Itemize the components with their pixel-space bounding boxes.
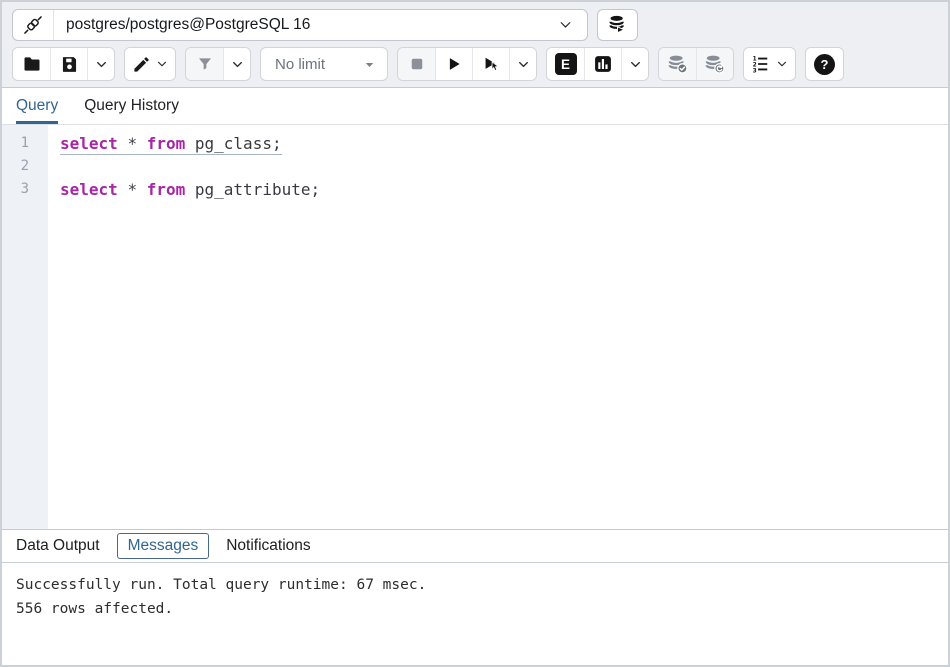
edit-menu-button[interactable] [125,48,175,80]
tab-query-label: Query [16,97,58,115]
filter-button[interactable] [186,48,223,80]
chevron-down-icon [776,58,788,70]
code-line[interactable]: select * from pg_attribute; [60,178,948,201]
filter-button-group [185,47,251,81]
explain-button-group: E [546,47,649,81]
help-button-group: ? [805,47,844,81]
open-file-button[interactable] [13,48,50,80]
output-tab-bar: Data Output Messages Notifications [2,529,948,563]
chevron-down-icon [95,58,108,71]
code-area[interactable]: select * from pg_class;select * from pg_… [48,125,948,529]
new-connection-button[interactable] [597,9,638,41]
folder-icon [22,54,42,74]
floppy-save-icon [60,55,79,74]
rollback-button[interactable] [696,48,733,80]
edit-button-group [124,47,176,81]
help-button[interactable]: ? [806,48,843,80]
messages-panel: Successfully run. Total query runtime: 6… [2,563,948,665]
connection-bar: postgres/postgres@PostgreSQL 16 [2,2,948,47]
tab-query-history[interactable]: Query History [84,88,179,124]
macros-menu-button[interactable]: 123 [744,48,795,80]
macros-button-group: 123 [743,47,796,81]
execute-from-cursor-button[interactable] [472,48,509,80]
filter-options-dropdown[interactable] [223,48,250,80]
connection-selector[interactable]: postgres/postgres@PostgreSQL 16 [12,9,588,41]
pencil-icon [132,55,151,74]
query-toolbar: No limit [2,47,948,88]
line-number: 2 [2,155,48,178]
execute-button[interactable] [435,48,472,80]
stop-square-icon [408,55,426,73]
play-icon [445,55,463,73]
tab-query[interactable]: Query [16,88,58,124]
connection-label: postgres/postgres@PostgreSQL 16 [54,16,544,34]
tab-data-output[interactable]: Data Output [16,537,100,555]
message-line: Successfully run. Total query runtime: 6… [16,573,948,597]
funnel-filter-icon [196,55,214,73]
database-switch-icon [607,14,628,35]
connection-plug-icon [13,10,54,40]
line-number: 1 [2,132,48,155]
row-limit-select[interactable]: No limit [260,47,388,81]
tab-query-history-label: Query History [84,97,179,115]
chevron-down-icon [517,58,530,71]
tab-messages[interactable]: Messages [117,533,210,559]
editor-tab-bar: Query Query History [2,88,948,125]
explain-e-icon: E [555,53,577,75]
numbered-list-icon: 123 [751,54,771,74]
explain-options-dropdown[interactable] [621,48,648,80]
code-line[interactable] [60,155,948,178]
file-button-group [12,47,115,81]
execute-button-group [397,47,537,81]
commit-button[interactable] [659,48,696,80]
play-cursor-icon [482,55,501,74]
chevron-down-icon [156,58,168,70]
sql-editor[interactable]: 123 select * from pg_class;select * from… [2,125,948,529]
stop-button[interactable] [398,48,435,80]
chevron-down-icon [231,58,244,71]
tab-notifications[interactable]: Notifications [226,537,310,555]
database-rollback-icon [704,53,726,75]
row-limit-value: No limit [275,56,325,73]
line-number-gutter: 123 [2,125,48,529]
bar-chart-icon [593,54,613,74]
explain-button[interactable]: E [547,48,584,80]
save-file-button[interactable] [50,48,87,80]
svg-text:3: 3 [753,68,757,74]
execute-options-dropdown[interactable] [509,48,536,80]
chevron-down-icon[interactable] [544,16,587,33]
transaction-button-group [658,47,734,81]
question-mark-icon: ? [814,54,835,75]
chevron-down-icon [629,58,642,71]
explain-analyze-button[interactable] [584,48,621,80]
database-commit-icon [667,53,689,75]
query-tool-window: postgres/postgres@PostgreSQL 16 [0,0,950,667]
code-line[interactable]: select * from pg_class; [60,132,948,155]
save-options-dropdown[interactable] [87,48,114,80]
message-line: 556 rows affected. [16,597,948,621]
line-number: 3 [2,178,48,201]
caret-down-icon [362,57,377,72]
